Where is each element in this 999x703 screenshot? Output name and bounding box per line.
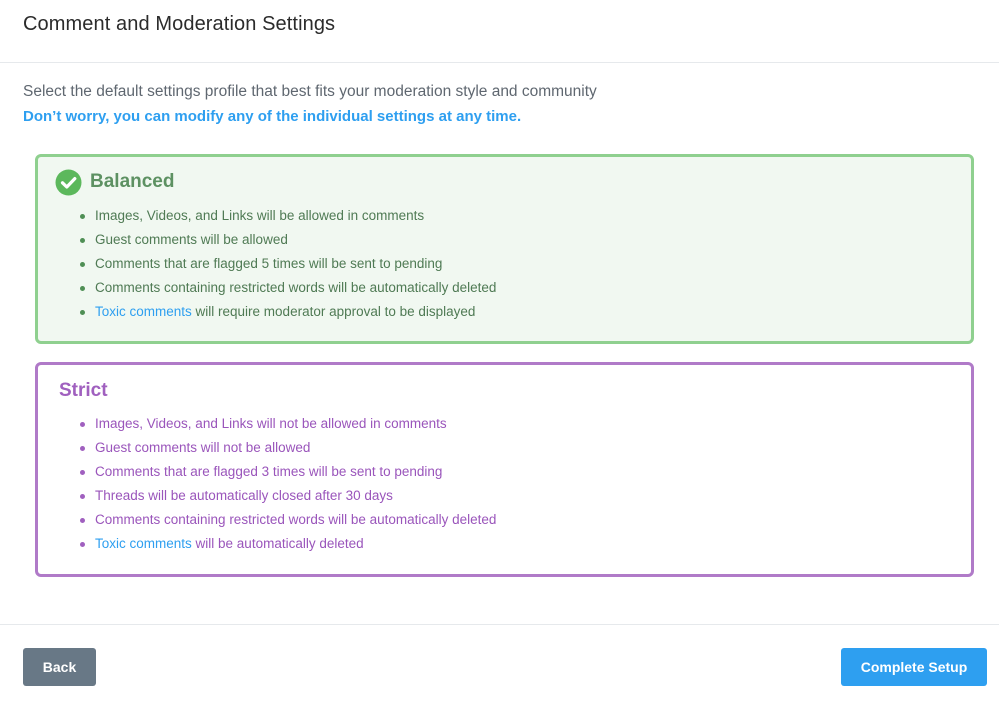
list-item-text: Comments containing restricted words wil…: [95, 512, 497, 527]
list-item-text: Guest comments will be allowed: [95, 232, 288, 247]
toxic-comments-link[interactable]: Toxic comments: [95, 536, 192, 551]
intro-note: Don’t worry, you can modify any of the i…: [23, 108, 522, 125]
check-circle-icon: [55, 169, 82, 196]
list-item-text: Comments containing restricted words wil…: [95, 280, 497, 295]
list-item-text: will be automatically deleted: [191, 536, 364, 551]
list-item-text: Comments that are flagged 5 times will b…: [95, 256, 443, 271]
profile-card-strict[interactable]: Strict Images, Videos, and Links will no…: [35, 362, 974, 577]
profile-title-balanced: Balanced: [55, 168, 174, 196]
list-item-text: will require moderator approval to be di…: [191, 304, 476, 319]
profile-title-strict: Strict: [59, 377, 108, 405]
intro-subtitle: Select the default settings profile that…: [23, 83, 597, 100]
list-item: Images, Videos, and Links will not be al…: [80, 412, 496, 436]
list-item: Comments that are flagged 3 times will b…: [80, 460, 496, 484]
page-header: Comment and Moderation Settings: [0, 0, 999, 63]
list-item-text: Guest comments will not be allowed: [95, 440, 311, 455]
list-item: Guest comments will be allowed: [80, 228, 496, 252]
toxic-comments-link[interactable]: Toxic comments: [95, 304, 192, 319]
back-button[interactable]: Back: [23, 648, 96, 686]
profile-name: Balanced: [90, 171, 175, 192]
list-item: Comments that are flagged 5 times will b…: [80, 252, 496, 276]
list-item: Toxic comments will be automatically del…: [80, 532, 496, 556]
list-item-text: Threads will be automatically closed aft…: [95, 488, 393, 503]
list-item: Comments containing restricted words wil…: [80, 508, 496, 532]
list-item-text: Images, Videos, and Links will be allowe…: [95, 208, 425, 223]
page-title: Comment and Moderation Settings: [23, 12, 336, 35]
list-item: Comments containing restricted words wil…: [80, 276, 496, 300]
profile-settings-list: Images, Videos, and Links will be allowe…: [80, 204, 496, 324]
profile-name: Strict: [59, 380, 108, 401]
profile-card-balanced[interactable]: Balanced Images, Videos, and Links will …: [35, 154, 974, 344]
page-footer: Back Complete Setup: [0, 624, 999, 703]
list-item-text: Images, Videos, and Links will not be al…: [95, 416, 447, 431]
intro-section: Select the default settings profile that…: [0, 63, 999, 127]
list-item: Images, Videos, and Links will be allowe…: [80, 204, 496, 228]
list-item: Guest comments will not be allowed: [80, 436, 496, 460]
profile-settings-list: Images, Videos, and Links will not be al…: [80, 412, 496, 556]
list-item: Toxic comments will require moderator ap…: [80, 300, 496, 324]
complete-setup-button[interactable]: Complete Setup: [841, 648, 987, 686]
list-item-text: Comments that are flagged 3 times will b…: [95, 464, 443, 479]
setup-page: Comment and Moderation Settings Select t…: [0, 0, 999, 703]
list-item: Threads will be automatically closed aft…: [80, 484, 496, 508]
